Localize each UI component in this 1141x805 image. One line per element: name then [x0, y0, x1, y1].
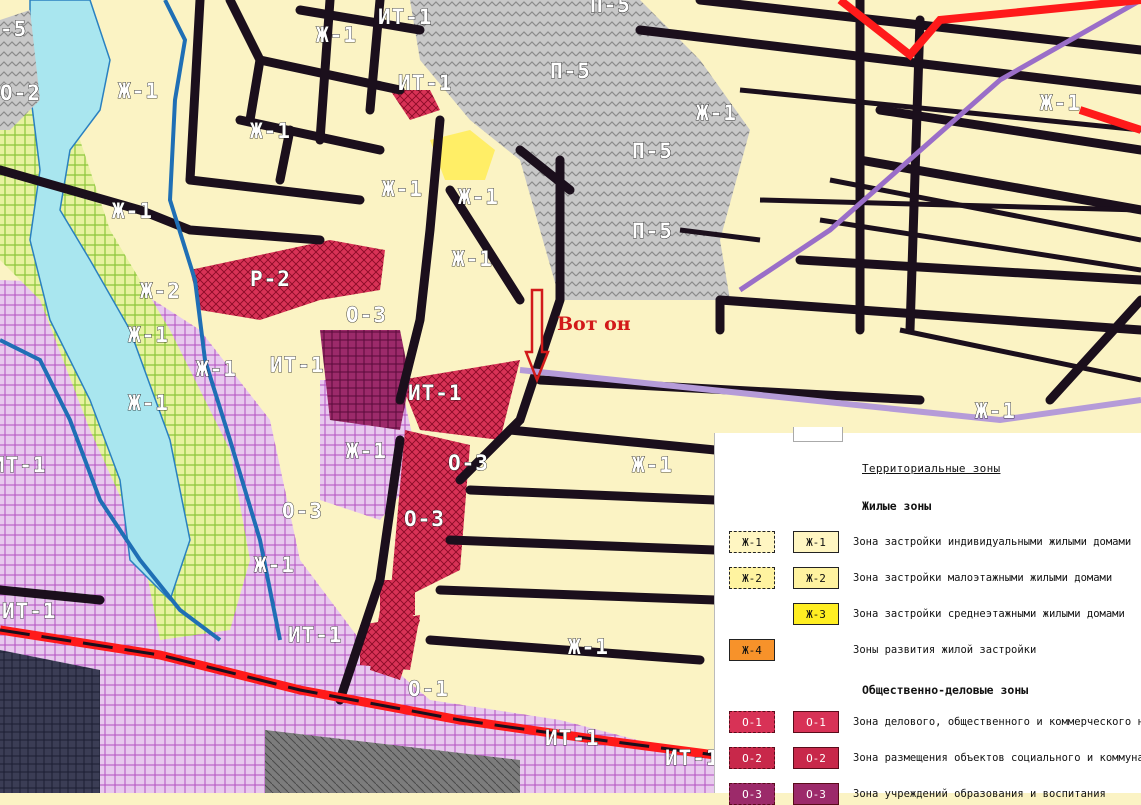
zone-label: П-5	[550, 59, 591, 83]
legend-description: Зона размещения объектов социального и к…	[853, 752, 1141, 764]
zone-label: ИТ-1	[408, 381, 463, 405]
legend-swatch-o2-solid: О-2	[793, 747, 839, 769]
zone-label: Ж-1	[975, 399, 1016, 423]
legend-description: Зона застройки среднеэтажными жилыми дом…	[853, 608, 1125, 620]
legend-panel: Территориальные зоны Жилые зоны Ж-1 Ж-1 …	[714, 427, 1141, 805]
legend-swatch-zh3-solid: Ж-3	[793, 603, 839, 625]
legend-description: Зона застройки малоэтажными жилыми домам…	[853, 572, 1113, 584]
zone-label: О-3	[404, 507, 445, 531]
zone-label: -5	[0, 17, 27, 41]
zone-label: П-5	[590, 0, 631, 17]
legend-swatch-zh1-solid: Ж-1	[793, 531, 839, 553]
zone-label: ИТ-1	[545, 726, 600, 750]
zone-label: Ж-1	[382, 177, 423, 201]
zone-label: Р-2	[250, 267, 291, 291]
zone-label: Ж-1	[112, 199, 153, 223]
legend-swatch-o3-dashed: О-3	[729, 783, 775, 805]
zone-label: Ж-1	[568, 635, 609, 659]
zone-label: П-5	[632, 139, 673, 163]
special-zone	[0, 650, 100, 793]
legend-swatch-zh2-dashed: Ж-2	[729, 567, 775, 589]
zone-label: Ж-1	[632, 453, 673, 477]
zone-label: Ж-1	[458, 185, 499, 209]
zone-label: Ж-1	[316, 23, 357, 47]
zone-label: Ж-1	[1040, 91, 1081, 115]
legend-section-heading: Жилые зоны	[862, 499, 932, 513]
zone-label: ИТ-1	[665, 746, 720, 770]
zone-label: ИТ-1	[398, 71, 453, 95]
legend-description: Зона делового, общественного и коммерчес…	[853, 716, 1141, 728]
legend-swatch-o3-solid: О-3	[793, 783, 839, 805]
zone-label: О-1	[408, 677, 449, 701]
zone-label: Ж-1	[250, 119, 291, 143]
zone-label: ИТ-1	[2, 599, 57, 623]
zone-label: Ж-1	[696, 101, 737, 125]
public-zone	[380, 580, 415, 615]
zone-label: ИТ-1	[288, 623, 343, 647]
zone-label: О-3	[448, 451, 489, 475]
zone-label: Ж-1	[128, 323, 169, 347]
zone-label: П-5	[632, 219, 673, 243]
zone-label: О-2	[0, 81, 41, 105]
public-zone-education	[320, 330, 410, 430]
zone-label: Ж-1	[118, 79, 159, 103]
legend-swatch-zh1-dashed: Ж-1	[729, 531, 775, 553]
legend-swatch-zh2-solid: Ж-2	[793, 567, 839, 589]
legend-swatch-o1-dashed: О-1	[729, 711, 775, 733]
legend-description: Зоны развития жилой застройки	[853, 644, 1037, 656]
zone-label: ИТ-1	[378, 5, 433, 29]
legend-swatch-zh4: Ж-4	[729, 639, 775, 661]
zone-label: Ж-2	[140, 279, 181, 303]
zone-label: Ж-1	[346, 439, 387, 463]
zone-label: ИТ-1	[270, 353, 325, 377]
legend-title: Территориальные зоны	[862, 462, 1001, 475]
legend-section-heading: Общественно-деловые зоны	[862, 683, 1029, 697]
legend-swatch-o2-dashed: О-2	[729, 747, 775, 769]
legend-description: Зона застройки индивидуальными жилыми до…	[853, 536, 1132, 548]
zone-label: ИТ-1	[0, 453, 47, 477]
zone-label: О-3	[282, 499, 323, 523]
zone-label: Ж-1	[452, 247, 493, 271]
legend-tab	[793, 427, 843, 442]
zone-label: Ж-1	[196, 357, 237, 381]
callout-label: Вот он	[557, 313, 631, 335]
zone-label: Ж-1	[128, 391, 169, 415]
zone-label: О-3	[346, 303, 387, 327]
legend-description: Зона учреждений образования и воспитания	[853, 788, 1106, 800]
zone-label: Ж-1	[254, 553, 295, 577]
legend-swatch-o1-solid: О-1	[793, 711, 839, 733]
